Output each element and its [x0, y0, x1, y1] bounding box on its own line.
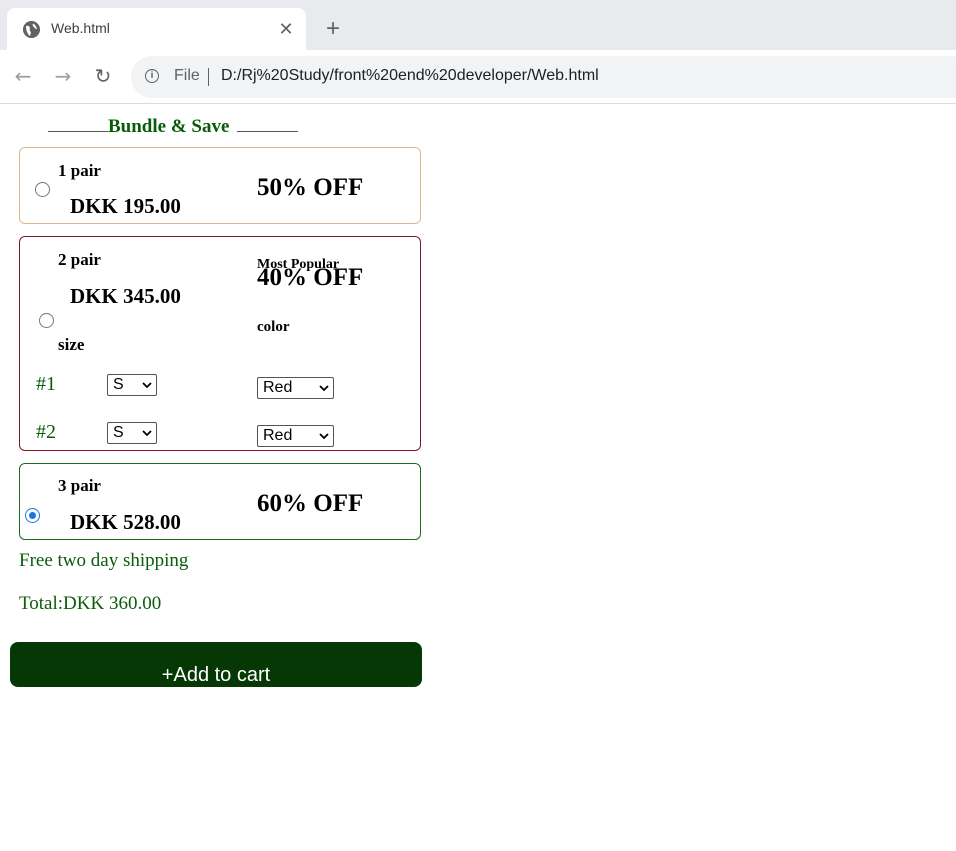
close-icon[interactable]: ✕ — [275, 18, 297, 40]
offer-radio-1[interactable] — [35, 182, 50, 197]
size-label: size — [58, 335, 85, 354]
color-label: color — [257, 319, 290, 335]
info-icon[interactable]: i — [145, 69, 159, 83]
offer-discount: 60% OFF — [257, 490, 364, 517]
chevron-down-icon — [142, 382, 152, 389]
offer-pair-label: 1 pair — [58, 161, 101, 180]
page-title: Bundle & Save — [108, 116, 230, 137]
chevron-down-icon — [319, 433, 329, 440]
offer-radio-3[interactable] — [25, 508, 40, 523]
offer-price: DKK 195.00 — [70, 194, 181, 218]
item-number-1: #1 — [36, 373, 56, 395]
color-select-2[interactable]: Red — [257, 425, 334, 447]
chevron-down-icon — [142, 430, 152, 437]
size-select-1[interactable]: S — [107, 374, 157, 396]
offer-card-2-pair[interactable]: 2 pair DKK 345.00 Most Popular 40% OFF c… — [19, 236, 421, 451]
add-to-cart-label: +Add to cart — [161, 664, 271, 686]
item-number-2: #2 — [36, 421, 56, 443]
total-price: Total:DKK 360.00 — [19, 593, 162, 614]
back-arrow-icon[interactable]: ← — [11, 64, 35, 88]
browser-toolbar: ← → ↻ i File D:/Rj%20Study/front%20end%2… — [0, 50, 956, 104]
tab-title: Web.html — [51, 20, 110, 36]
address-bar[interactable]: i File D:/Rj%20Study/front%20end%20devel… — [131, 56, 956, 98]
add-to-cart-button[interactable]: +Add to cart — [10, 642, 422, 687]
color-select-1[interactable]: Red — [257, 377, 334, 399]
offer-radio-2[interactable] — [39, 313, 54, 328]
reload-icon[interactable]: ↻ — [91, 64, 115, 88]
size-select-2[interactable]: S — [107, 422, 157, 444]
url-text[interactable]: D:/Rj%20Study/front%20end%20developer/We… — [221, 67, 599, 85]
globe-icon — [23, 21, 40, 38]
offer-card-1-pair[interactable]: 1 pair DKK 195.00 50% OFF — [19, 147, 421, 224]
offer-discount: 50% OFF — [257, 174, 364, 201]
forward-arrow-icon[interactable]: → — [51, 64, 75, 88]
offer-price: DKK 345.00 — [70, 284, 181, 308]
heading-rule-right — [237, 131, 298, 132]
offer-pair-label: 3 pair — [58, 476, 101, 495]
offer-pair-label: 2 pair — [58, 250, 101, 269]
scheme-label: File — [174, 67, 200, 84]
offer-price: DKK 528.00 — [70, 510, 181, 534]
browser-tab[interactable]: Web.html ✕ — [7, 8, 306, 50]
shipping-note: Free two day shipping — [19, 550, 189, 571]
heading-rule-left — [48, 131, 108, 132]
new-tab-button[interactable]: + — [320, 17, 346, 43]
offer-card-3-pair[interactable]: 3 pair DKK 528.00 60% OFF — [19, 463, 421, 540]
address-divider — [208, 68, 209, 86]
chevron-down-icon — [319, 385, 329, 392]
offer-discount: 40% OFF — [257, 264, 364, 291]
tab-strip: Web.html ✕ + — [0, 0, 956, 50]
